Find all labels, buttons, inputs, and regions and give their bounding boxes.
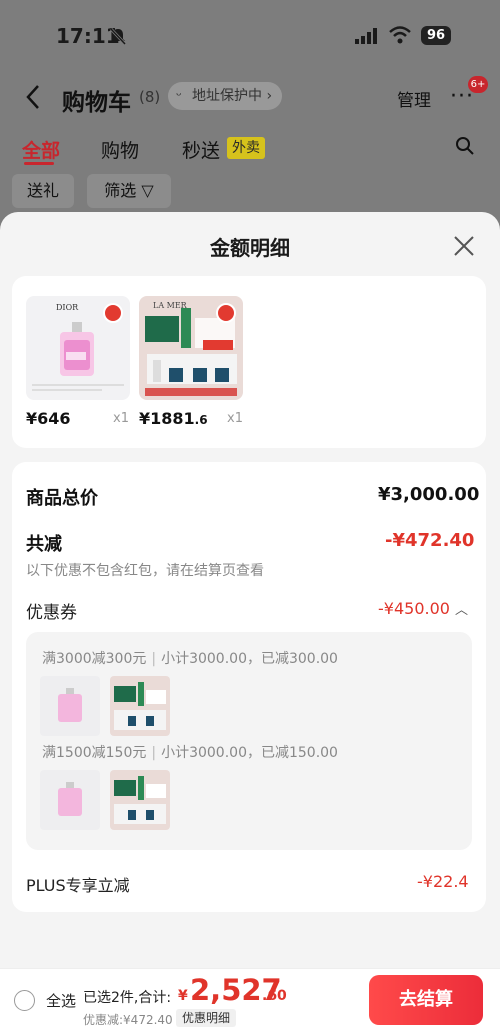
tab-all[interactable]: 全部 — [22, 136, 60, 163]
notification-badge: 6+ — [468, 76, 488, 93]
chip-filter[interactable]: 筛选 ▽ — [87, 174, 171, 208]
tab-seconds[interactable]: 秒送 — [182, 136, 220, 163]
total-value: ¥3,000.00 — [378, 484, 480, 505]
battery-indicator: 96 — [421, 26, 451, 45]
status-bar: 17:11 96 — [0, 0, 500, 70]
product-qty: x1 — [227, 411, 243, 426]
smile-icon: ᵕ — [176, 88, 182, 104]
coupon-rule-text: 满3000减300元 — [42, 651, 147, 667]
tab-underline — [24, 162, 54, 165]
coupon-rule-detail: 小计3000.00，已减300.00 — [161, 651, 338, 667]
close-icon[interactable] — [452, 234, 476, 258]
plus-discount-value: -¥22.4 — [417, 872, 469, 891]
takeout-tag: 外卖 — [227, 137, 265, 159]
cart-tabs: 全部 购物 秒送 外卖 — [0, 132, 500, 168]
selected-check-icon[interactable] — [103, 303, 123, 323]
checkout-bar: 全选 已选2件,合计: ¥ 2,527 .60 优惠减:¥472.40 优惠明细… — [0, 968, 500, 1032]
mute-bell-icon — [109, 27, 127, 46]
tab-shopping[interactable]: 购物 — [101, 136, 139, 163]
coupon-label: 优惠券 — [26, 603, 77, 623]
reduce-label: 共减 — [26, 534, 62, 555]
coupon-thumb-lamer — [110, 676, 170, 736]
reduce-value: -¥472.40 — [385, 530, 475, 551]
price-detail-sheet: 金额明细 DIOR ¥646 x1 LA MER ¥1881.6 x1 商品总价… — [0, 212, 500, 1032]
signal-icon — [355, 28, 377, 44]
discount-amount: 优惠减:¥472.40 — [83, 1013, 173, 1027]
checkout-button[interactable]: 去结算 — [369, 975, 483, 1025]
product-image-lamer[interactable]: LA MER — [139, 296, 243, 400]
chip-filter-label: 筛选 — [104, 181, 137, 200]
product-image-dior[interactable]: DIOR — [26, 296, 130, 400]
selected-count: 已选2件,合计: — [83, 990, 172, 1006]
manage-button[interactable]: 管理 — [397, 86, 431, 111]
chip-gift[interactable]: 送礼 — [12, 174, 74, 208]
product-price: ¥646 — [26, 409, 71, 428]
coupon-detail-box: 满3000减300元 | 小计3000.00，已减300.00 满1500减150元… — [26, 632, 472, 850]
filter-funnel-icon: ▽ — [141, 181, 154, 200]
coupon-rule-detail: 小计3000.00，已减150.00 — [161, 745, 338, 761]
back-arrow-icon[interactable] — [24, 82, 44, 112]
coupon-thumb-dior — [40, 770, 100, 830]
total-currency: ¥ — [178, 988, 188, 1004]
chevron-up-icon: ︿ — [455, 603, 469, 618]
coupon-thumb-lamer — [110, 770, 170, 830]
product-price-int: ¥1881 — [139, 409, 195, 428]
total-label: 商品总价 — [26, 488, 98, 509]
search-icon[interactable] — [455, 136, 475, 156]
page-title: 购物车 — [62, 90, 131, 116]
address-protect-label: 地址保护中 — [192, 88, 262, 104]
coupon-rule: 满1500减150元 | 小计3000.00，已减150.00 — [42, 745, 338, 761]
total-decimal: .60 — [262, 988, 287, 1004]
plus-discount-label: PLUS专享立减 — [26, 876, 130, 895]
product-price: ¥1881.6 — [139, 409, 208, 428]
product-qty: x1 — [113, 411, 129, 426]
dior-logo-text: DIOR — [56, 303, 79, 312]
address-protect-pill[interactable]: ᵕ 地址保护中 › — [168, 82, 283, 110]
sheet-title: 金额明细 — [210, 236, 290, 260]
filter-chips: 送礼 筛选 ▽ — [0, 174, 500, 210]
product-price-int: ¥646 — [26, 409, 71, 428]
discount-detail-button[interactable]: 优惠明细 — [176, 1009, 237, 1027]
product-price-dec: .6 — [194, 413, 208, 427]
selected-check-icon[interactable] — [216, 303, 236, 323]
price-breakdown-card: 商品总价 ¥3,000.00 共减 -¥472.40 以下优惠不包含红包，请在结… — [12, 462, 486, 912]
cart-count: (8) — [139, 88, 161, 106]
coupon-toggle[interactable]: -¥450.00 ︿ — [378, 599, 468, 618]
coupon-thumb-dior — [40, 676, 100, 736]
select-all-radio[interactable] — [14, 990, 35, 1011]
coupon-rule-text: 满1500减150元 — [42, 745, 147, 761]
cart-header: 购物车 (8) ᵕ 地址保护中 › 管理 ··· 6+ — [0, 76, 500, 120]
wifi-icon — [389, 26, 411, 44]
reduce-note: 以下优惠不包含红包，请在结算页查看 — [26, 563, 264, 579]
select-all-label[interactable]: 全选 — [46, 990, 76, 1011]
coupon-value: -¥450.00 — [378, 599, 450, 618]
coupon-rule: 满3000减300元 | 小计3000.00，已减300.00 — [42, 651, 338, 667]
products-card: DIOR ¥646 x1 LA MER ¥1881.6 x1 — [12, 276, 486, 448]
